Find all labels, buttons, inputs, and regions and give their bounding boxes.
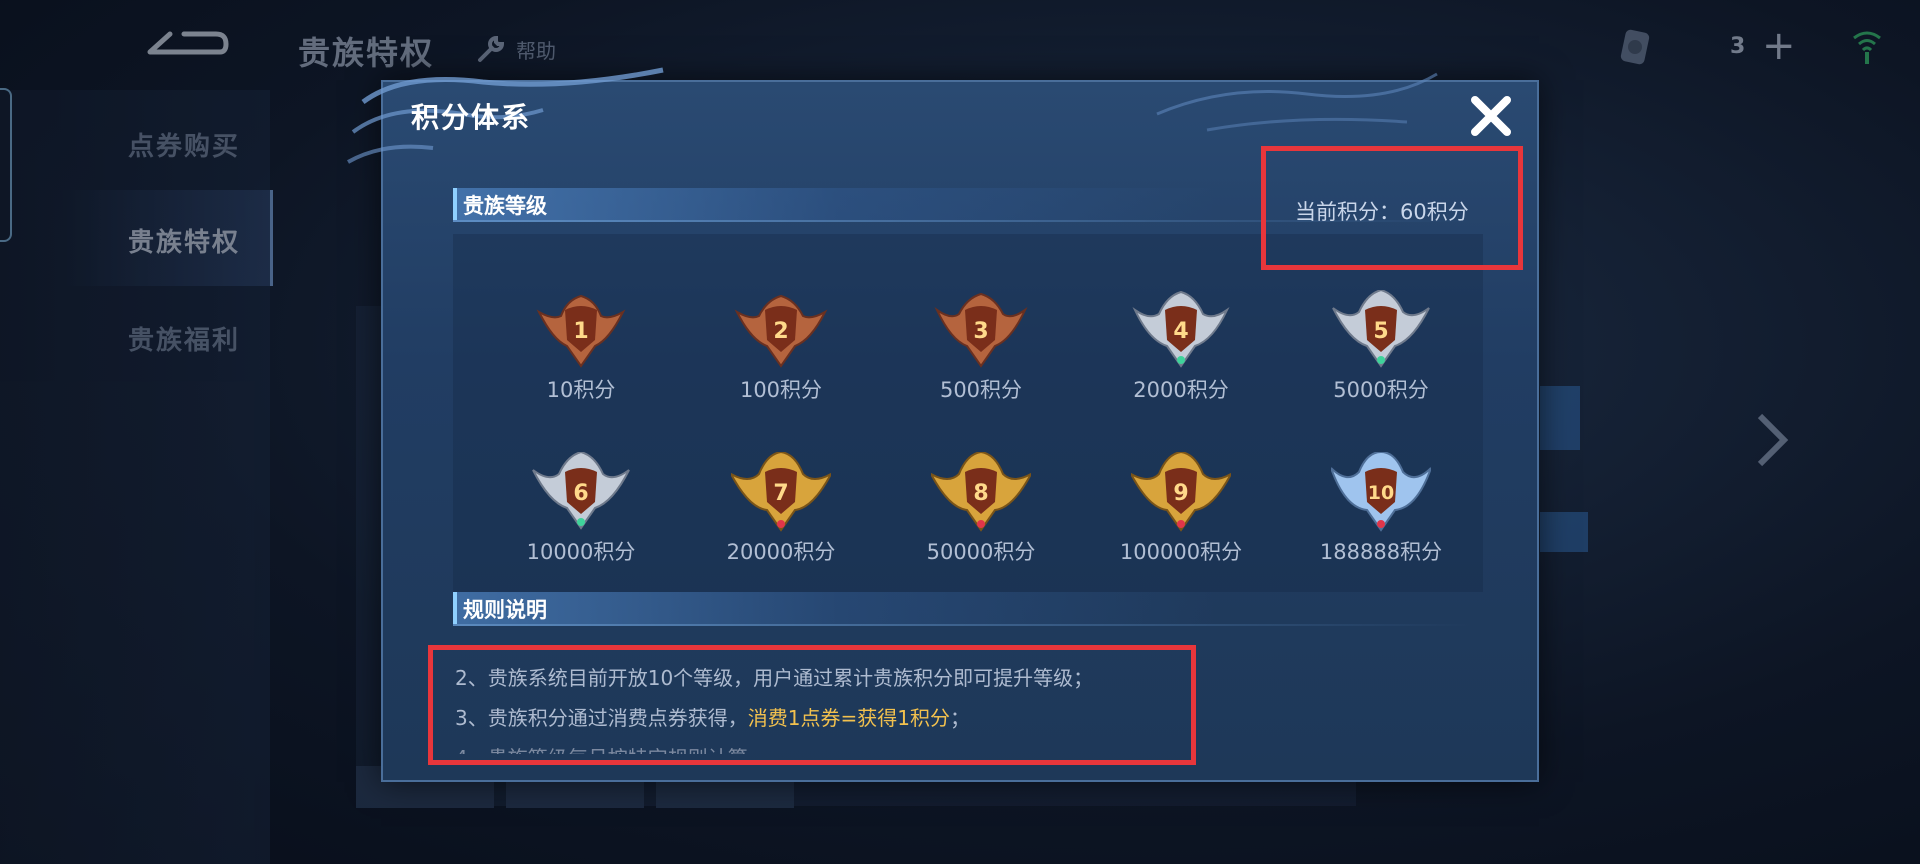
- level-item: 9 100000积分: [1101, 452, 1261, 566]
- wrench-icon: [478, 35, 505, 62]
- chevron-right-icon[interactable]: [1752, 410, 1792, 470]
- level-points: 10000积分: [526, 540, 636, 564]
- level-item: 8 50000积分: [901, 452, 1061, 566]
- svg-text:7: 7: [773, 481, 788, 506]
- level-item: 7 20000积分: [701, 452, 861, 566]
- sidebar-item-noble-privileges[interactable]: 贵族特权: [128, 222, 240, 259]
- section-header-rules: 规则说明: [453, 592, 1217, 624]
- level-item: 3 500积分: [901, 290, 1061, 404]
- level-item: 5 5000积分: [1301, 290, 1461, 404]
- svg-text:1: 1: [573, 319, 588, 344]
- gold-badge-icon: 9: [1131, 452, 1231, 532]
- dialog-title: 积分体系: [411, 101, 532, 134]
- svg-text:10: 10: [1368, 482, 1394, 504]
- edge-tab[interactable]: [0, 88, 12, 242]
- level-points: 5000积分: [1333, 378, 1429, 402]
- sidebar: 点券购买 贵族特权 贵族福利: [0, 90, 273, 864]
- help-label: 帮助: [516, 38, 556, 63]
- level-item: 10 188888积分: [1301, 452, 1461, 566]
- level-points: 188888积分: [1319, 540, 1443, 564]
- wifi-signal-icon: [1853, 31, 1881, 64]
- level-points: 50000积分: [926, 540, 1036, 564]
- levels-grid: 1 10积分 2 100积分 3 500积分 4 2000积分 5 5000积分…: [453, 234, 1483, 592]
- svg-text:5: 5: [1373, 319, 1388, 344]
- svg-text:4: 4: [1173, 319, 1188, 344]
- level-points: 100积分: [739, 378, 823, 402]
- sidebar-item-noble-benefits[interactable]: 贵族福利: [128, 320, 240, 357]
- diamond-badge-icon: 10: [1331, 452, 1431, 532]
- gold-badge-icon: 8: [931, 452, 1031, 532]
- level-item: 6 10000积分: [501, 452, 661, 566]
- top-right-status: 3 +: [1500, 24, 1920, 74]
- silver-badge-icon: 4: [1132, 290, 1230, 368]
- background-button[interactable]: [1540, 512, 1588, 552]
- section-header-noble-levels: 贵族等级: [453, 188, 1217, 220]
- svg-text:8: 8: [973, 481, 988, 506]
- help-link[interactable]: 帮助: [476, 34, 556, 64]
- coupon-count: 3: [1730, 34, 1746, 59]
- back-arrow-icon[interactable]: [140, 24, 230, 68]
- annotation-box-rules: [428, 645, 1196, 765]
- background-button[interactable]: [1540, 386, 1580, 450]
- level-points: 20000积分: [726, 540, 836, 564]
- section-divider: [453, 624, 1473, 626]
- level-item: 1 10积分: [501, 290, 661, 404]
- bronze-badge-icon: 2: [734, 294, 828, 368]
- gold-badge-icon: 7: [731, 452, 831, 532]
- svg-text:6: 6: [573, 481, 588, 506]
- level-points: 10积分: [546, 378, 616, 402]
- silver-badge-icon: 5: [1332, 290, 1430, 368]
- level-points: 500积分: [939, 378, 1023, 402]
- svg-text:9: 9: [1173, 481, 1188, 506]
- coupon-icon: [1620, 29, 1650, 65]
- level-item: 2 100积分: [701, 290, 861, 404]
- annotation-box-current-points: [1261, 146, 1523, 270]
- level-item: 4 2000积分: [1101, 290, 1261, 404]
- level-points: 100000积分: [1119, 540, 1243, 564]
- sidebar-item-buy-coupons[interactable]: 点券购买: [128, 126, 240, 163]
- close-icon[interactable]: [1467, 92, 1515, 140]
- cloud-ornament-icon: [1156, 72, 1438, 132]
- section-title: 贵族等级: [463, 194, 547, 218]
- svg-text:3: 3: [973, 319, 988, 344]
- silver-badge-icon: 6: [532, 452, 630, 530]
- bronze-badge-icon: 1: [536, 294, 626, 368]
- section-title: 规则说明: [463, 598, 547, 622]
- bronze-badge-icon: 3: [934, 292, 1028, 368]
- plus-icon[interactable]: +: [1762, 26, 1796, 66]
- svg-text:2: 2: [773, 319, 788, 344]
- level-points: 2000积分: [1133, 378, 1229, 402]
